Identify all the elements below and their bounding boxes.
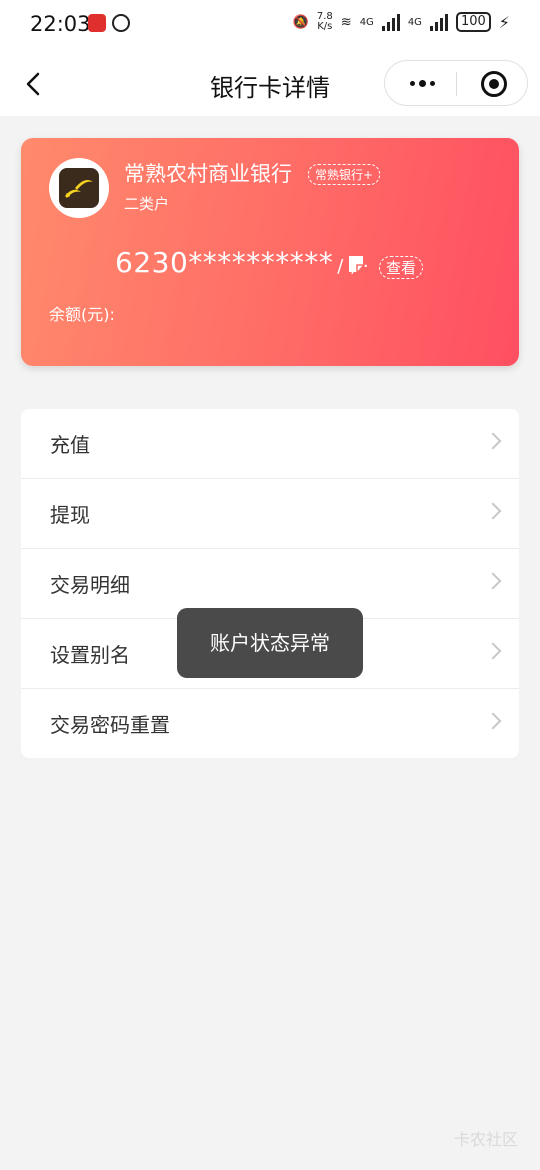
chevron-right-icon	[484, 572, 502, 590]
view-card-number-button[interactable]: 查看	[379, 256, 424, 279]
bank-tag-link[interactable]: 常熟银行+	[308, 164, 381, 185]
nav-bar: 银行卡详情	[0, 52, 540, 116]
bank-card: 常熟农村商业银行 常熟银行+ 二类户 6230**********/ ; · 查…	[21, 138, 519, 366]
action-list: 充值 提现 交易明细 设置别名 交易密码重置	[21, 409, 519, 758]
signal-icon	[381, 13, 400, 31]
menu-item-recharge[interactable]: 充值	[21, 409, 519, 479]
copy-icon[interactable]	[347, 254, 365, 274]
chevron-right-icon	[484, 712, 502, 730]
menu-item-label: 充值	[50, 433, 90, 457]
chevron-right-icon	[484, 502, 502, 520]
close-mini-program-button[interactable]	[481, 71, 507, 97]
signal-icon-2	[429, 13, 448, 31]
dot-icon	[429, 80, 435, 86]
bank-logo-icon	[65, 180, 93, 198]
more-menu-button[interactable]	[403, 71, 441, 95]
network-type-1: 4G	[359, 16, 374, 28]
app-notification-icon	[88, 14, 106, 32]
menu-item-reset-password[interactable]: 交易密码重置	[21, 689, 519, 758]
menu-item-label: 提现	[50, 503, 90, 527]
toast-message: 账户状态异常	[177, 608, 363, 678]
menu-item-label: 设置别名	[50, 643, 130, 667]
card-number: 6230**********/ ; ·	[115, 246, 370, 279]
bank-logo	[49, 158, 109, 218]
mini-program-capsule	[384, 60, 528, 106]
dot-icon	[409, 80, 415, 86]
mute-icon: 🔕	[292, 14, 309, 30]
menu-item-withdraw[interactable]: 提现	[21, 479, 519, 549]
capsule-divider	[456, 72, 457, 96]
chevron-right-icon	[484, 642, 502, 660]
menu-item-label: 交易明细	[50, 573, 130, 597]
alarm-icon	[112, 14, 130, 32]
battery-icon: 100	[455, 12, 491, 32]
chevron-right-icon	[484, 432, 502, 450]
account-type: 二类户	[124, 195, 170, 213]
charging-icon: ⚡	[498, 12, 510, 32]
network-speed: 7.8 K/s	[316, 11, 333, 32]
watermark: 卡农社区	[453, 1130, 518, 1149]
status-time: 22:03	[30, 12, 91, 36]
status-bar: 22:03 🔕 7.8 K/s ≋ 4G 4G 100 ⚡	[0, 0, 540, 52]
dot-icon	[418, 79, 426, 87]
wifi-icon: ≋	[340, 14, 352, 30]
network-type-2: 4G	[407, 16, 422, 28]
menu-item-label: 交易密码重置	[50, 713, 170, 737]
balance-label: 余额(元):	[49, 305, 115, 324]
bank-name: 常熟农村商业银行	[124, 162, 292, 186]
